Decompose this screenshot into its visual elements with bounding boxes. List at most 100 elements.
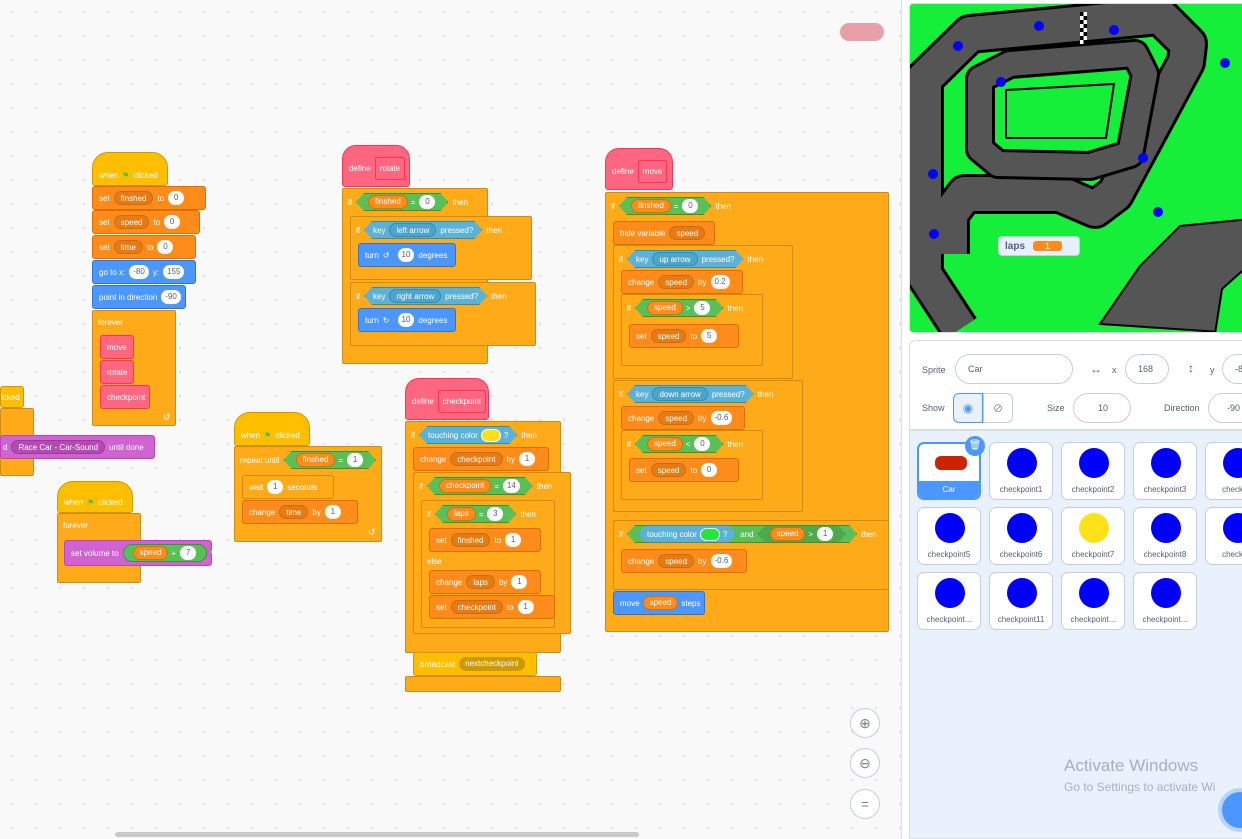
call-checkpoint-block[interactable]: checkpoint bbox=[100, 385, 150, 409]
size-label: Size bbox=[1047, 403, 1065, 413]
broadcast-block[interactable]: broadcast nextcheckpoint bbox=[413, 652, 537, 676]
sprite-tile-name: Car bbox=[919, 481, 979, 498]
x-arrows-icon: ↔ bbox=[1090, 362, 1102, 376]
when-flag-clicked-hat[interactable]: when ⚑ clicked bbox=[92, 152, 168, 186]
direction-field[interactable]: -90 bbox=[1208, 393, 1242, 423]
move-steps-block[interactable]: move speed steps bbox=[613, 591, 705, 615]
set-time-block[interactable]: set time to 0 bbox=[92, 235, 196, 259]
rotate-left-icon: ↺ bbox=[382, 250, 390, 260]
set-speed-max-block[interactable]: set speed to 5 bbox=[629, 324, 739, 348]
sprite-tile[interactable]: checkpoint11 bbox=[989, 572, 1053, 630]
equals-operator[interactable]: checkpoint = 14 bbox=[427, 477, 533, 495]
define-move-hat[interactable]: define move bbox=[605, 148, 673, 190]
key-pressed-sensor[interactable]: key up arrow pressed? bbox=[627, 250, 744, 268]
sprite-tile[interactable]: checkpoint3 bbox=[1133, 442, 1197, 500]
equals-operator[interactable]: finshed = 1 bbox=[284, 451, 376, 469]
key-pressed-sensor[interactable]: key left arrow pressed? bbox=[364, 221, 482, 239]
show-visible-button[interactable]: ◉ bbox=[953, 393, 983, 423]
checkpoint-sprite-thumbnail bbox=[1079, 448, 1109, 478]
if-speed-lt-header: if speed <0 then bbox=[621, 432, 743, 456]
green-flag-icon: ⚑ bbox=[264, 430, 272, 440]
loop-arrow-icon: ↺ bbox=[163, 412, 171, 422]
set-speed-min-block[interactable]: set speed to 0 bbox=[629, 458, 739, 482]
zoom-reset-button[interactable]: = bbox=[850, 789, 880, 819]
sprite-tile[interactable]: Car 🗑 bbox=[917, 436, 985, 500]
sprite-tile-name: checkpoint... bbox=[1070, 615, 1116, 624]
partial-hat-block[interactable]: icked bbox=[0, 386, 24, 408]
equals-operator[interactable]: finshed = 0 bbox=[356, 193, 448, 211]
green-color-swatch[interactable] bbox=[700, 528, 720, 541]
set-finshed-block-2[interactable]: set finshed to 1 bbox=[429, 528, 541, 552]
sprite-tile[interactable]: checkpoint2 bbox=[1061, 442, 1125, 500]
stage[interactable]: laps 1 bbox=[909, 3, 1242, 333]
horizontal-scrollbar[interactable] bbox=[115, 832, 639, 837]
sprite-tile[interactable]: checkpoint5 bbox=[917, 507, 981, 565]
sprite-tile[interactable]: checkpoint6 bbox=[989, 507, 1053, 565]
sprite-tile[interactable]: checkpoint... bbox=[1061, 572, 1125, 630]
zoom-out-button[interactable]: ⊖ bbox=[850, 748, 880, 778]
forever-label: forever bbox=[63, 520, 88, 530]
sprite-tile[interactable]: checkpoint7 bbox=[1061, 507, 1125, 565]
define-rotate-hat[interactable]: define rotate bbox=[342, 145, 410, 187]
car-sprite-thumbnail bbox=[935, 456, 967, 470]
sprite-tile[interactable]: checkpoint1 bbox=[989, 442, 1053, 500]
size-field[interactable]: 10 bbox=[1073, 393, 1131, 423]
delete-sprite-icon[interactable]: 🗑 bbox=[965, 436, 985, 456]
and-operator[interactable]: touching color? and speed >1 bbox=[627, 525, 857, 543]
x-field[interactable]: 168 bbox=[1125, 354, 1169, 384]
point-in-direction-block[interactable]: point in direction -90 bbox=[92, 285, 186, 309]
yellow-color-swatch[interactable] bbox=[481, 429, 501, 442]
key-pressed-sensor[interactable]: key right arrow pressed? bbox=[364, 287, 487, 305]
change-laps-block[interactable]: change laps by 1 bbox=[429, 570, 541, 594]
sprite-name-field[interactable]: Car bbox=[955, 354, 1073, 384]
zoom-in-button[interactable]: ⊕ bbox=[850, 708, 880, 738]
eye-icon: ◉ bbox=[962, 401, 974, 415]
add-operator[interactable]: speed +7 bbox=[122, 544, 208, 562]
greater-than-operator[interactable]: speed >1 bbox=[758, 525, 846, 543]
equals-operator[interactable]: finshed = 0 bbox=[619, 197, 711, 215]
laps-monitor[interactable]: laps 1 bbox=[998, 236, 1080, 256]
play-sound-until-done-block[interactable]: d Race Car - Car-Sound until done bbox=[0, 435, 155, 459]
sprite-tile[interactable]: checkpoint... bbox=[1133, 572, 1197, 630]
hide-variable-block[interactable]: hide variable speed bbox=[613, 221, 715, 245]
go-to-xy-block[interactable]: go to x: -80 y: 155 bbox=[92, 260, 196, 284]
equals-operator[interactable]: laps = 3 bbox=[435, 505, 516, 523]
change-time-block[interactable]: change time by 1 bbox=[242, 500, 358, 524]
change-speed-block[interactable]: change speed by 0.2 bbox=[621, 270, 743, 294]
touching-color-sensor[interactable]: touching color? bbox=[638, 525, 736, 543]
set-volume-block[interactable]: set volume to speed +7% bbox=[64, 540, 218, 566]
set-checkpoint-block[interactable]: set checkpoint to 1 bbox=[429, 595, 555, 619]
set-finshed-block[interactable]: set finshed to 0 bbox=[92, 186, 206, 210]
sprite-tile[interactable]: checkpo bbox=[1205, 442, 1242, 500]
forever-label: forever bbox=[98, 317, 123, 327]
change-speed-down-block[interactable]: change speed by -0.6 bbox=[621, 406, 745, 430]
wait-seconds-block[interactable]: wait 1 seconds bbox=[242, 475, 334, 499]
less-than-operator[interactable]: speed <0 bbox=[635, 435, 723, 453]
touching-color-sensor[interactable]: touching color? bbox=[419, 426, 517, 444]
sprite-label: Sprite bbox=[922, 365, 946, 375]
if-left-key-header: if key left arrow pressed? then bbox=[350, 218, 502, 242]
change-speed-slow-block[interactable]: change speed by -0.6 bbox=[621, 549, 747, 573]
x-label: x bbox=[1112, 365, 1117, 375]
show-hidden-button[interactable]: ⊘ bbox=[983, 393, 1013, 423]
y-field[interactable]: -8 bbox=[1222, 354, 1242, 384]
call-rotate-block[interactable]: rotate bbox=[100, 360, 134, 384]
sprite-tile[interactable]: checkpoint8 bbox=[1133, 507, 1197, 565]
key-pressed-sensor[interactable]: key down arrow pressed? bbox=[627, 385, 754, 403]
call-move-block[interactable]: move bbox=[100, 335, 134, 359]
checkpoint-sprite-thumbnail bbox=[935, 578, 965, 608]
turn-left-block[interactable]: turn ↺ 10 degrees bbox=[358, 243, 456, 267]
sprite-tile[interactable]: checkpo bbox=[1205, 507, 1242, 565]
loop-arrow-icon: ↺ bbox=[368, 527, 376, 537]
define-checkpoint-hat[interactable]: define checkpoint bbox=[405, 378, 489, 420]
sprite-tile[interactable]: checkpoint... bbox=[917, 572, 981, 630]
when-flag-clicked-hat-3[interactable]: when ⚑ clicked bbox=[234, 412, 310, 446]
set-speed-block[interactable]: set speed to 0 bbox=[92, 210, 200, 234]
green-flag-icon: ⚑ bbox=[122, 170, 130, 180]
when-flag-clicked-hat-2[interactable]: when ⚑ clicked bbox=[57, 481, 133, 513]
turn-right-block[interactable]: turn ↻ 10 degrees bbox=[358, 308, 456, 332]
greater-than-operator[interactable]: speed >5 bbox=[635, 299, 723, 317]
code-workspace[interactable]: when ⚑ clicked set finshed to 0 set speed to 0 s… bbox=[0, 0, 902, 839]
change-checkpoint-block[interactable]: change checkpoint by 1 bbox=[413, 447, 549, 471]
sprite-tile-name: checkpoint2 bbox=[1071, 485, 1115, 494]
